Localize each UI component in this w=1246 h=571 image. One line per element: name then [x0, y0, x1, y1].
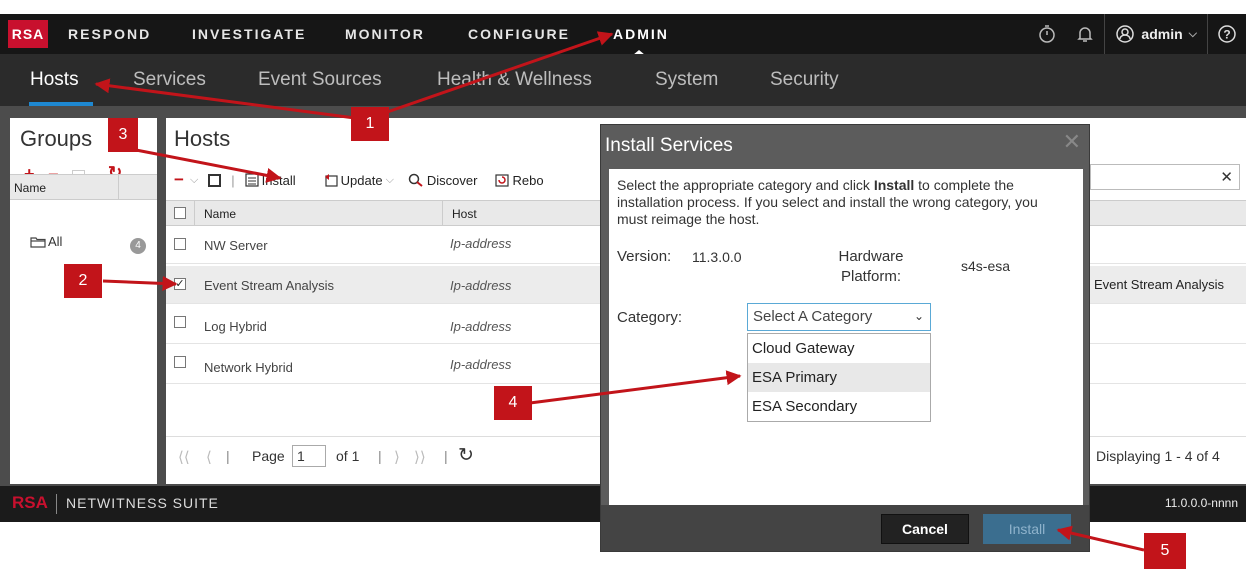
app-root: RSA RESPOND INVESTIGATE MONITOR CONFIGUR… — [0, 0, 1246, 571]
callout-3: 3 — [108, 118, 138, 152]
arrow-1-to-hosts — [94, 78, 371, 122]
callout-1: 1 — [351, 107, 389, 141]
arrow-1-to-admin — [369, 31, 614, 120]
arrow-2-to-checkbox — [102, 275, 178, 291]
callout-2: 2 — [64, 264, 102, 298]
arrow-3-to-install — [135, 148, 282, 183]
arrow-5-to-install — [1056, 525, 1145, 552]
callout-4: 4 — [494, 386, 532, 420]
callout-5: 5 — [1144, 533, 1186, 569]
annotation-arrows — [94, 31, 1145, 552]
arrow-4-to-esa-primary — [529, 370, 742, 405]
